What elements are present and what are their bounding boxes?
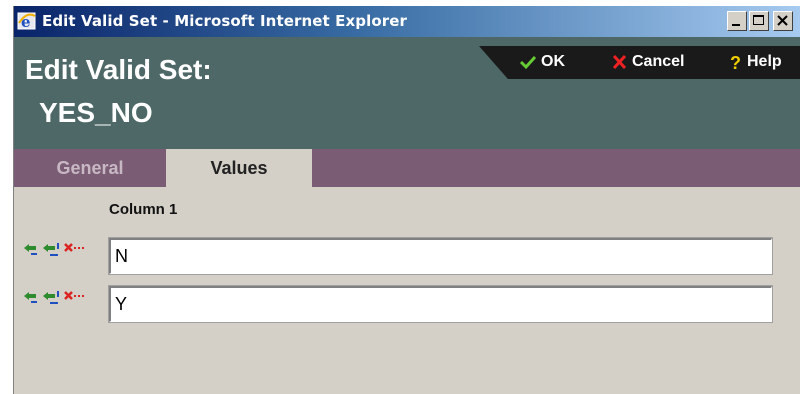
valid-set-name: YES_NO [39,97,153,128]
help-button[interactable]: ? Help [729,52,782,72]
cancel-button[interactable]: Cancel [611,52,684,72]
tab-general[interactable]: General [14,149,166,187]
minimize-button[interactable] [727,11,747,31]
x-icon [612,54,627,70]
close-button[interactable] [773,11,793,31]
value-field-1[interactable] [108,237,773,275]
row-actions [23,290,105,306]
maximize-button[interactable] [749,11,769,31]
question-icon: ? [730,53,741,71]
tab-values[interactable]: Values [166,149,312,187]
insert-after-icon[interactable] [43,291,59,304]
browser-window: e Edit Valid Set - Microsoft Internet Ex… [13,6,800,394]
insert-before-icon[interactable] [24,244,37,255]
tab-bar: General Values [14,149,800,187]
ie-icon: e [17,11,37,31]
value-field-2[interactable] [108,285,773,323]
ok-button[interactable]: OK [519,52,565,72]
row-actions [23,242,105,258]
cancel-label: Cancel [632,53,685,70]
insert-after-icon[interactable] [43,243,59,256]
ok-label: OK [541,53,565,70]
close-icon [777,15,788,26]
dialog-header: Edit Valid Set: YES_NO OK Cancel ? Help [14,37,800,149]
column-header: Column 1 [109,201,178,218]
page-title: Edit Valid Set: [25,54,212,85]
minimize-icon [732,24,740,26]
delete-row-icon[interactable] [64,291,84,300]
maximize-icon [753,15,764,25]
delete-row-icon[interactable] [64,243,84,252]
title-bar[interactable]: e Edit Valid Set - Microsoft Internet Ex… [14,6,800,37]
help-label: Help [747,53,782,70]
action-toolbar: OK Cancel ? Help [479,46,800,79]
insert-before-icon[interactable] [24,292,37,303]
svg-text:?: ? [730,53,741,71]
window-title: Edit Valid Set - Microsoft Internet Expl… [42,12,408,30]
values-panel: Column 1 [14,187,800,394]
checkmark-icon [519,55,537,70]
